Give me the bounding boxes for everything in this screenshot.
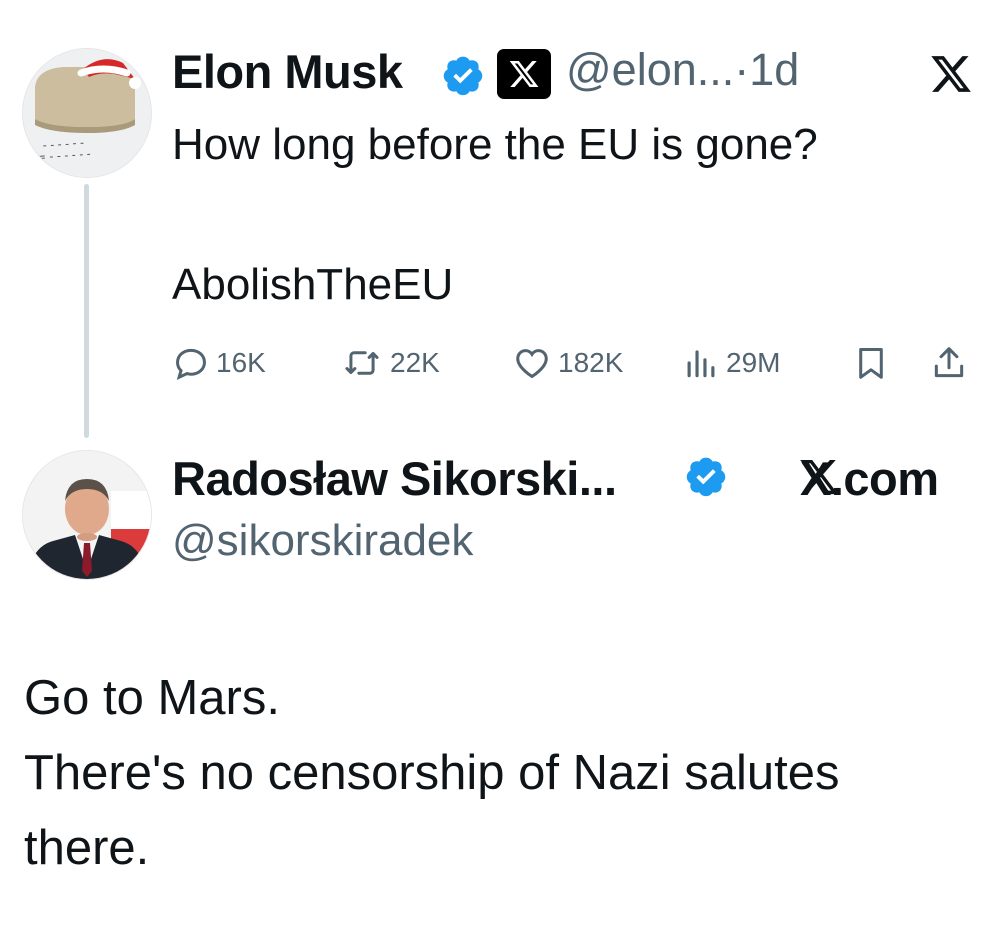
tweet-text-line-2: AbolishTheEU bbox=[172, 260, 454, 309]
retweet-button[interactable]: 22K bbox=[340, 341, 440, 385]
handle-text: @elon... bbox=[566, 44, 735, 95]
separator-dot: · bbox=[734, 44, 750, 95]
author-name[interactable]: Elon Musk bbox=[172, 44, 403, 99]
views-button[interactable]: 29M bbox=[682, 341, 780, 385]
avatar-image bbox=[23, 451, 151, 579]
reply-text-line-2: There's no censorship of Nazi salutes bbox=[24, 746, 840, 800]
like-button[interactable]: 182K bbox=[512, 341, 623, 385]
bookmark-icon[interactable] bbox=[852, 344, 890, 382]
views-count: 29M bbox=[726, 347, 781, 378]
x-com-label[interactable]: X.com bbox=[800, 451, 939, 506]
reply-text-line-1: Go to Mars. bbox=[24, 671, 280, 725]
reply-author-handle[interactable]: @sikorskiradek bbox=[172, 516, 473, 566]
avatar-elon-musk[interactable]: - - - - - - = - - - - - - bbox=[22, 48, 152, 178]
verified-badge-icon bbox=[686, 457, 726, 497]
views-icon bbox=[687, 350, 715, 378]
reply-button[interactable]: 16K bbox=[172, 341, 266, 385]
reply-text-line-3: there. bbox=[24, 821, 150, 875]
avatar-image: - - - - - - = - - - - - - bbox=[23, 49, 151, 177]
timestamp[interactable]: 1d bbox=[749, 44, 799, 95]
tweet-text-line-1: How long before the EU is gone? bbox=[172, 120, 818, 169]
verified-badge-icon bbox=[443, 56, 483, 96]
retweet-icon bbox=[345, 351, 379, 375]
x-affiliation-badge bbox=[497, 49, 551, 99]
retweet-count: 22K bbox=[390, 347, 440, 378]
share-icon[interactable] bbox=[930, 344, 968, 382]
reply-count: 16K bbox=[216, 347, 266, 378]
thread-connector-line bbox=[84, 184, 89, 438]
x-logo-icon[interactable] bbox=[928, 52, 974, 96]
reply-icon bbox=[176, 348, 206, 381]
tweet-action-bar: 16K 22K 182K 29M bbox=[172, 341, 972, 385]
reply-author-name[interactable]: Radosław Sikorski... bbox=[172, 451, 617, 506]
x-logo-icon bbox=[509, 61, 539, 87]
like-icon bbox=[516, 349, 548, 379]
author-handle[interactable]: @elon...·1d bbox=[566, 44, 799, 96]
avatar-radoslaw-sikorski[interactable] bbox=[22, 450, 152, 580]
like-count: 182K bbox=[558, 347, 624, 378]
